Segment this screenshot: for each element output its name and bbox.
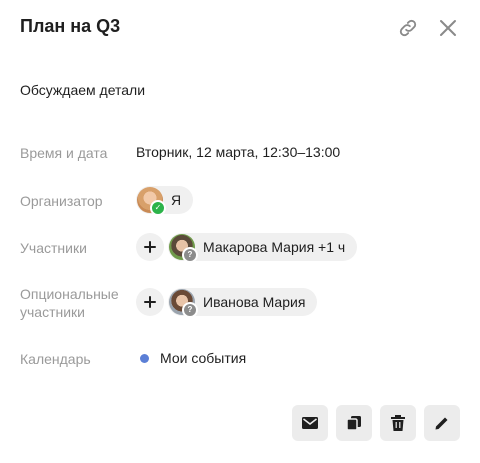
email-button[interactable] [292,405,328,441]
time-value: Вторник, 12 марта, 12:30–13:00 [136,144,341,160]
accepted-check-icon: ✓ [150,200,166,216]
avatar: ? [169,289,198,318]
close-button[interactable] [434,14,462,42]
organizer-label: Организатор [20,193,103,209]
participants-label: Участники [20,240,87,256]
close-icon [440,20,456,36]
avatar: ? [169,234,198,263]
optional-participants-label: Опциональные участники [20,285,119,321]
add-participant-button[interactable] [136,233,164,261]
optional-label-line1: Опциональные [20,286,119,302]
organizer-chip[interactable]: ✓ Я [136,186,194,216]
event-title: План на Q3 [20,16,121,36]
trash-icon [391,415,405,431]
optional-participant-chip[interactable]: ? Иванова Мария [168,288,318,318]
delete-button[interactable] [380,405,416,441]
organizer-name: Я [171,192,182,208]
mail-icon [302,417,318,429]
link-icon [399,19,417,37]
edit-icon [435,417,448,430]
copy-icon [346,416,361,431]
unknown-status-icon: ? [182,247,198,263]
time-label: Время и дата [20,145,108,161]
add-optional-participant-button[interactable] [136,288,164,316]
copy-link-button[interactable] [394,14,422,42]
duplicate-button[interactable] [336,405,372,441]
unknown-status-icon: ? [182,302,198,318]
avatar: ✓ [137,187,166,216]
calendar-color-dot [140,354,149,363]
participant-name: Макарова Мария +1 ч [203,239,346,255]
plus-icon [144,241,156,253]
calendar-name[interactable]: Мои события [160,350,246,366]
optional-participant-name: Иванова Мария [203,294,306,310]
plus-icon [144,296,156,308]
edit-button[interactable] [424,405,460,441]
participant-chip[interactable]: ? Макарова Мария +1 ч [168,233,358,263]
event-description: Обсуждаем детали [20,82,146,98]
calendar-label: Календарь [20,351,91,367]
optional-label-line2: участники [20,304,85,320]
